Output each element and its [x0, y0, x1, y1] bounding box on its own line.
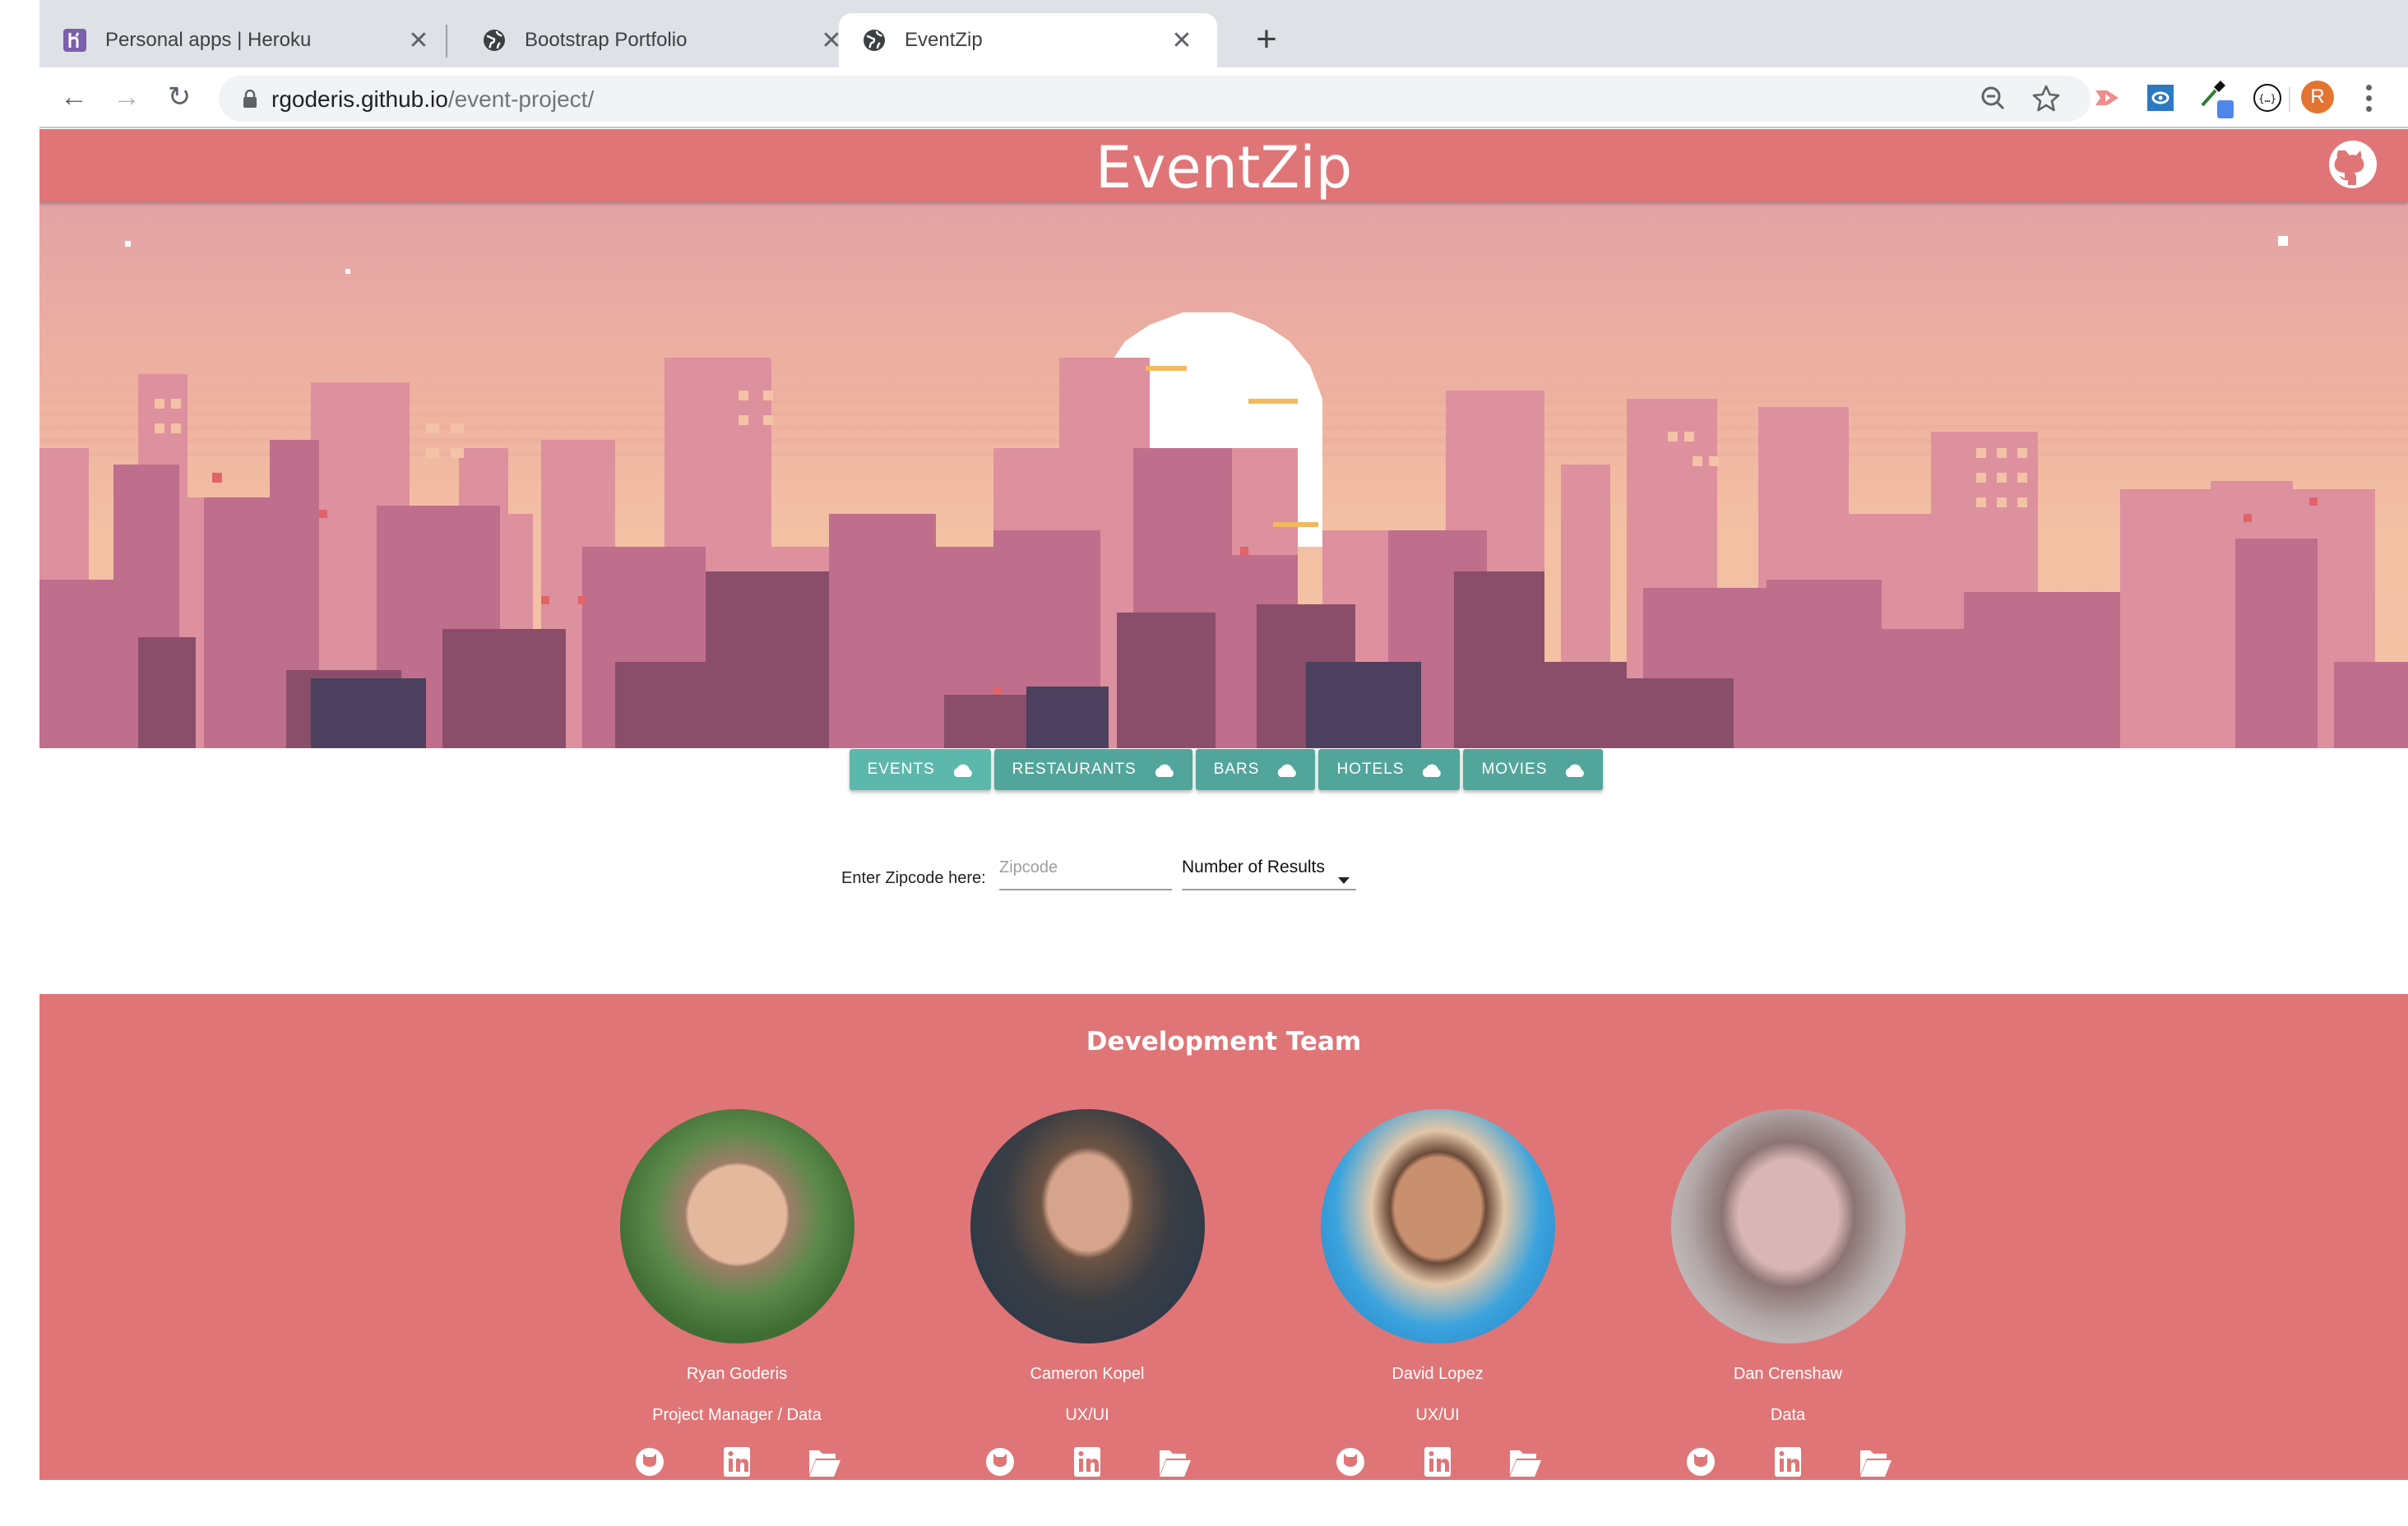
globe-icon [864, 30, 885, 51]
tab-close-icon[interactable]: ✕ [406, 26, 431, 55]
cloud-icon [1278, 764, 1297, 777]
linkedin-icon[interactable] [1071, 1444, 1104, 1477]
svg-text:{…}: {…} [2258, 93, 2276, 104]
back-button[interactable]: ← [56, 79, 92, 115]
globe-icon [484, 30, 505, 51]
tab-eventzip[interactable]: EventZip ✕ [839, 13, 1217, 67]
member-photo [1670, 1109, 1906, 1343]
member-role: Project Manager / Data [652, 1406, 822, 1424]
tab-heroku[interactable]: Personal apps | Heroku ✕ [39, 13, 454, 67]
folder-open-icon[interactable] [1508, 1444, 1541, 1477]
url-path: /event-project/ [447, 86, 595, 112]
team-member-card: Ryan Goderis Project Manager / Data [564, 1109, 910, 1477]
member-name: David Lopez [1392, 1365, 1484, 1383]
linkedin-icon[interactable] [1421, 1444, 1454, 1477]
tab-title: Bootstrap Portfolio [525, 29, 688, 51]
browser-window: Personal apps | Heroku ✕ Bootstrap Portf… [39, 0, 2408, 1480]
member-name: Cameron Kopel [1030, 1365, 1145, 1383]
member-role: Data [1770, 1406, 1806, 1424]
zoom-out-icon[interactable] [1979, 84, 2008, 113]
tab-strip: Personal apps | Heroku ✕ Bootstrap Portf… [39, 0, 2408, 67]
github-icon[interactable] [633, 1444, 666, 1477]
bookmark-star-icon[interactable] [2031, 84, 2061, 113]
tab-title: EventZip [905, 29, 983, 51]
tab-bootstrap-portfolio[interactable]: Bootstrap Portfolio ✕ [459, 13, 867, 67]
forward-button[interactable]: → [109, 79, 145, 115]
number-of-results-select[interactable]: Number of Results [1182, 853, 1356, 890]
url-host: rgoderis.github.io [271, 86, 448, 112]
member-name: Ryan Goderis [686, 1365, 788, 1383]
member-links [564, 1444, 910, 1477]
hero-skyline-banner [39, 201, 2408, 748]
app-title: EventZip [1095, 134, 1353, 201]
new-tab-button[interactable]: + [1248, 21, 1285, 58]
development-team-section: Development Team Ryan Goderis Project Ma… [39, 994, 2408, 1480]
page-content: EventZip EVENTS RESTAURANTS BARS HOTELS … [39, 129, 2408, 1480]
browser-toolbar: ← → ↻ rgoderis.github.io/event-project/ [39, 67, 2408, 128]
extension-cloud9-icon[interactable] [2145, 82, 2176, 113]
team-member-card: Cameron Kopel UX/UI [915, 1109, 1260, 1477]
url-text[interactable]: rgoderis.github.io/event-project/ [271, 86, 594, 113]
folder-open-icon[interactable] [808, 1444, 840, 1477]
button-label: MOVIES [1481, 761, 1548, 778]
select-value: Number of Results [1182, 858, 1325, 876]
member-links [1265, 1444, 1610, 1477]
button-label: BARS [1213, 761, 1260, 778]
movies-button[interactable]: MOVIES [1463, 749, 1604, 790]
zipcode-label: Enter Zipcode here: [841, 869, 986, 887]
button-label: RESTAURANTS [1012, 761, 1137, 778]
restaurants-button[interactable]: RESTAURANTS [993, 749, 1192, 790]
member-photo [1320, 1109, 1555, 1343]
team-heading: Development Team [1086, 1027, 1362, 1057]
linkedin-icon[interactable] [720, 1444, 753, 1477]
github-icon[interactable] [2327, 139, 2378, 190]
category-button-group: EVENTS RESTAURANTS BARS HOTELS MOVIES [39, 749, 2408, 790]
cloud-icon [953, 764, 972, 777]
tab-title: Personal apps | Heroku [105, 29, 312, 51]
extension-arrow-icon[interactable] [2092, 82, 2123, 113]
linkedin-icon[interactable] [1771, 1444, 1804, 1477]
button-label: EVENTS [867, 761, 935, 778]
member-role: UX/UI [1415, 1406, 1460, 1424]
tab-close-icon[interactable]: ✕ [1169, 26, 1194, 55]
cloud-icon [1566, 764, 1585, 777]
team-member-card: David Lopez UX/UI [1265, 1109, 1610, 1477]
tab-separator [446, 25, 447, 58]
member-photo [619, 1109, 854, 1343]
hotels-button[interactable]: HOTELS [1318, 749, 1461, 790]
cloud-icon [1155, 764, 1174, 777]
profile-avatar[interactable]: R [2301, 81, 2334, 113]
heroku-icon [63, 29, 86, 52]
bars-button[interactable]: BARS [1195, 749, 1316, 790]
browser-menu-icon[interactable] [2360, 82, 2377, 115]
member-name: Dan Crenshaw [1733, 1365, 1843, 1383]
events-button[interactable]: EVENTS [849, 749, 991, 790]
reload-button[interactable]: ↻ [161, 79, 197, 115]
cloud-icon [1423, 764, 1442, 777]
button-label: HOTELS [1336, 761, 1405, 778]
member-links [915, 1444, 1260, 1477]
app-header: EventZip [39, 129, 2408, 201]
caret-down-icon [1338, 877, 1350, 884]
github-icon[interactable] [984, 1444, 1016, 1477]
member-links [1615, 1444, 1961, 1477]
lock-icon [243, 90, 257, 108]
zipcode-input[interactable] [999, 853, 1172, 890]
team-member-card: Dan Crenshaw Data [1615, 1109, 1961, 1477]
github-icon[interactable] [1334, 1444, 1367, 1477]
eyedropper-extension-icon[interactable] [2199, 79, 2235, 118]
folder-open-icon[interactable] [1859, 1444, 1892, 1477]
member-photo [970, 1109, 1205, 1343]
skyline-illustration [39, 201, 2408, 748]
member-role: UX/UI [1065, 1406, 1109, 1424]
github-icon[interactable] [1684, 1444, 1717, 1477]
toolbar-separator [2289, 87, 2290, 112]
folder-open-icon[interactable] [1158, 1444, 1191, 1477]
address-bar[interactable]: rgoderis.github.io/event-project/ [219, 76, 2091, 122]
json-viewer-icon[interactable]: {…} [2252, 82, 2283, 113]
